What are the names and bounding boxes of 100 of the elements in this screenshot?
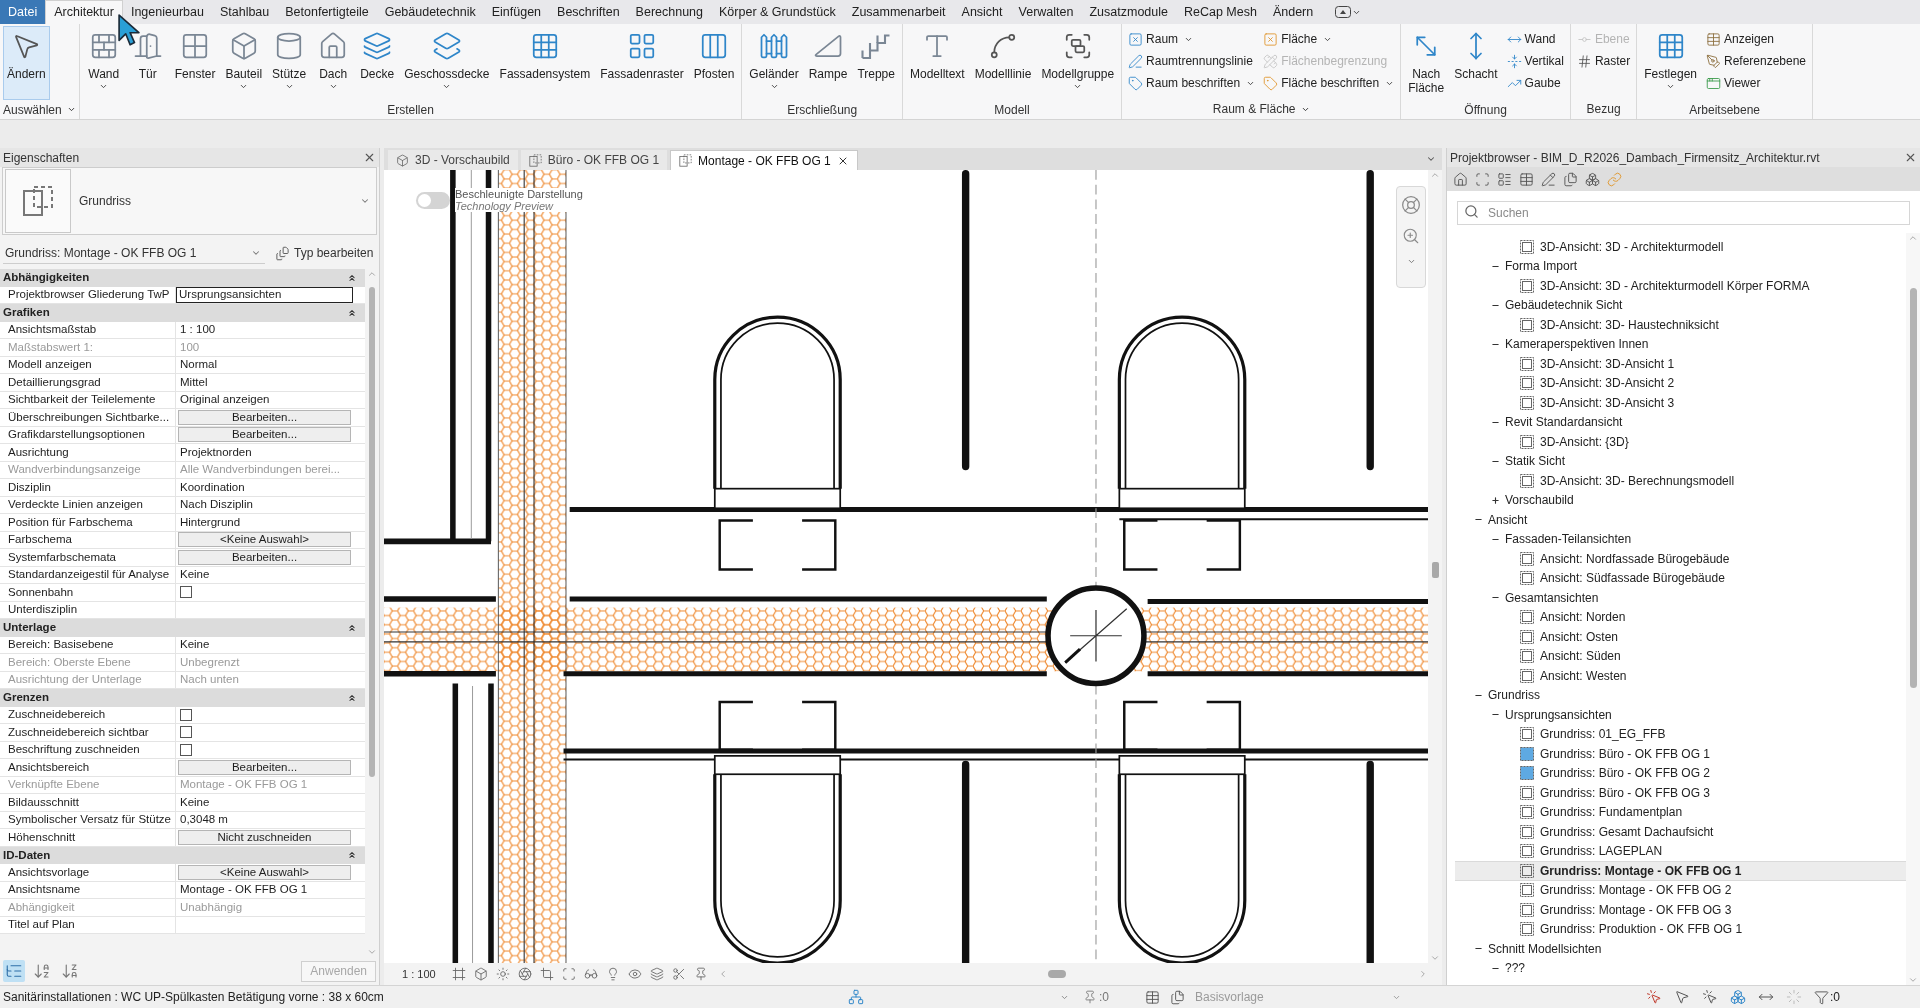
property-button[interactable]: Bearbeiten... xyxy=(178,549,351,565)
scissors-icon[interactable] xyxy=(671,967,686,981)
vertical-scrollbar[interactable] xyxy=(1906,233,1920,985)
boxes-icon[interactable] xyxy=(1585,171,1600,187)
property-button[interactable]: <Keine Auswahl> xyxy=(178,532,351,548)
tree-group-item[interactable]: Revit Standardansicht xyxy=(1491,412,1623,432)
pin-icon[interactable] xyxy=(1083,990,1097,1004)
tree-group-item[interactable]: ??? xyxy=(1491,958,1526,978)
tree-view-item[interactable]: Ansicht: Westen xyxy=(1520,666,1627,686)
property-button[interactable]: <Keine Auswahl> xyxy=(178,864,351,880)
tree-group-item[interactable]: Ansicht xyxy=(1474,510,1528,530)
pointer-click-icon[interactable] xyxy=(1646,989,1662,1005)
ribbon-tab[interactable]: Ingenieurbau xyxy=(122,0,212,24)
tree-view-item[interactable]: Grundriss: LAGEPLAN xyxy=(1520,841,1663,861)
tree-view-item[interactable]: Ansicht: Osten xyxy=(1520,627,1619,647)
tree-view-item[interactable]: Grundriss: Montage - OK FFB OG 2 xyxy=(1520,880,1732,900)
ribbon-tool-button[interactable]: Raum xyxy=(1125,28,1259,50)
ribbon-tab[interactable]: Zusatzmodule xyxy=(1081,0,1176,24)
ribbon-tool-button[interactable]: Wand xyxy=(1503,28,1567,50)
ribbon-tab[interactable]: ReCap Mesh xyxy=(1175,0,1265,24)
tree-view-item[interactable]: 3D-Ansicht: 3D- Berechnungsmodell xyxy=(1520,471,1735,491)
search-field[interactable]: Suchen xyxy=(1457,200,1910,225)
wheel-icon[interactable] xyxy=(1401,195,1421,215)
close-icon[interactable] xyxy=(363,151,376,164)
eye-icon[interactable] xyxy=(627,967,642,981)
tree-view-item[interactable]: Grundriss: 01_EG_FFB xyxy=(1520,724,1666,744)
ribbon-tool-button[interactable]: Raum beschriften xyxy=(1125,72,1259,94)
ribbon-tool-button[interactable]: Stütze xyxy=(268,26,311,100)
ribbon-tab[interactable]: Stahlbau xyxy=(211,0,278,24)
ribbon-tool-button[interactable]: Treppe xyxy=(853,26,899,100)
checkbox[interactable] xyxy=(180,708,192,721)
ribbon-tool-button[interactable]: Nach Fläche xyxy=(1404,26,1449,100)
tree-view-item[interactable]: Grundriss: Büro - OK FFB OG 2 xyxy=(1520,763,1711,783)
tree-view-item[interactable]: Grundriss: Montage - OK FFB OG 1 xyxy=(1455,861,1906,881)
tree-view-item[interactable]: 3D-Ansicht: 3D-Ansicht 2 xyxy=(1520,373,1675,393)
ribbon-tab[interactable]: Einfügen xyxy=(483,0,550,24)
ribbon-tab[interactable]: Beschriften xyxy=(549,0,628,24)
ribbon-tab[interactable]: Ansicht xyxy=(953,0,1011,24)
tree-group-item[interactable]: Fassaden-Teilansichten xyxy=(1491,529,1632,549)
scrollbar-thumb[interactable] xyxy=(369,287,375,777)
network-icon[interactable] xyxy=(848,989,864,1005)
section-header[interactable]: Abhängigkeiten xyxy=(0,269,365,287)
ribbon-tool-button[interactable]: Fassadensystem xyxy=(495,26,595,100)
ribbon-tool-button[interactable]: Ändern xyxy=(3,26,50,100)
ribbon-tab[interactable]: Betonfertigteile xyxy=(277,0,377,24)
view-tab[interactable]: Büro - OK FFB OG 1 xyxy=(520,150,668,170)
pencil-icon[interactable] xyxy=(1541,171,1556,187)
tab-list-caret-icon[interactable] xyxy=(1426,154,1436,164)
tree-group-item[interactable]: Gesamtansichten xyxy=(1491,588,1599,608)
toggle-switch[interactable] xyxy=(416,192,450,209)
scrollbar-thumb[interactable] xyxy=(1909,288,1917,688)
tree-view-item[interactable]: Grundriss: Büro - OK FFB OG 3 xyxy=(1520,783,1711,803)
type-selector[interactable]: Grundriss xyxy=(2,167,377,235)
list-icon[interactable] xyxy=(1497,171,1512,187)
ribbon-tab[interactable]: Ändern xyxy=(1264,0,1322,24)
ribbon-tab[interactable]: Zusammenarbeit xyxy=(843,0,954,24)
tree-group-item[interactable]: Statik Sicht xyxy=(1491,451,1566,471)
scan-icon[interactable] xyxy=(1475,171,1490,187)
tree-view-item[interactable]: 3D-Ansicht: 3D-Ansicht 3 xyxy=(1520,393,1675,413)
ribbon-tool-button[interactable]: Festlegen xyxy=(1640,26,1701,100)
tree-view-item[interactable]: 3D-Ansicht: 3D- Haustechniksicht xyxy=(1520,315,1719,335)
panel-menu-button[interactable]: Auswählen xyxy=(3,100,76,119)
section-header[interactable]: Unterlage xyxy=(0,619,365,637)
close-icon[interactable] xyxy=(1904,151,1917,164)
ribbon-tool-button[interactable]: Fläche beschriften xyxy=(1260,72,1398,94)
tree-view-item[interactable]: Ansicht: Südfassade Bürogebäude xyxy=(1520,568,1725,588)
ribbon-tool-button[interactable]: Raster xyxy=(1573,50,1634,72)
tree-group-item[interactable]: Schnitt Modellsichten xyxy=(1474,939,1602,959)
ribbon-tab[interactable]: Verwalten xyxy=(1010,0,1082,24)
house-icon[interactable] xyxy=(1453,171,1468,187)
frame-icon[interactable] xyxy=(451,967,466,981)
property-button[interactable]: Bearbeiten... xyxy=(178,759,351,775)
boxes-icon[interactable] xyxy=(1730,989,1746,1005)
ribbon-tool-button[interactable]: Decke xyxy=(356,26,399,100)
ribbon-tool-button[interactable]: Modellgruppe xyxy=(1037,26,1119,100)
tree-view-item[interactable]: Ansicht: Norden xyxy=(1520,607,1626,627)
ribbon-tool-button[interactable]: Anzeigen xyxy=(1703,28,1810,50)
table-icon[interactable] xyxy=(1145,989,1160,1005)
ribbon-tool-button[interactable]: Rampe xyxy=(804,26,852,100)
tree-view-item[interactable]: Grundriss: Büro - OK FFB OG 1 xyxy=(1520,744,1711,764)
ribbon-tool-button[interactable]: Bauteil xyxy=(221,26,267,100)
tree-view-item[interactable]: Ansicht: Süden xyxy=(1520,646,1621,666)
tree-view-item[interactable]: 3D-Ansicht: 3D - Architekturmodell Körper FORMA xyxy=(1520,276,1810,296)
crop-icon[interactable] xyxy=(539,967,554,981)
view-tab[interactable]: Montage - OK FFB OG 1 xyxy=(670,150,858,170)
tree-view-item[interactable]: Grundriss: Montage - OK FFB OG 3 xyxy=(1520,900,1732,920)
tree-view-item[interactable]: 3D-Ansicht: 3D - Architekturmodell xyxy=(1520,237,1724,257)
checkbox[interactable] xyxy=(180,743,192,756)
tree-group-item[interactable]: Ursprungsansichten xyxy=(1491,705,1612,725)
property-button[interactable]: Bearbeiten... xyxy=(178,427,351,443)
cube-icon[interactable] xyxy=(473,967,488,981)
ribbon-tool-button[interactable]: Tür xyxy=(126,26,169,100)
tree-view-item[interactable]: Grundriss: Gesamt Dachaufsicht xyxy=(1520,822,1714,842)
ribbon-tool-button[interactable]: Geschossdecke xyxy=(400,26,494,100)
pointer-icon[interactable] xyxy=(1674,989,1690,1005)
files-icon[interactable] xyxy=(1170,989,1185,1005)
ribbon-tool-button[interactable]: Schacht xyxy=(1450,26,1502,100)
ribbon-tool-button[interactable]: Vertikal xyxy=(1503,50,1567,72)
glasses-icon[interactable] xyxy=(583,967,598,981)
filter-icon[interactable] xyxy=(1814,989,1829,1005)
